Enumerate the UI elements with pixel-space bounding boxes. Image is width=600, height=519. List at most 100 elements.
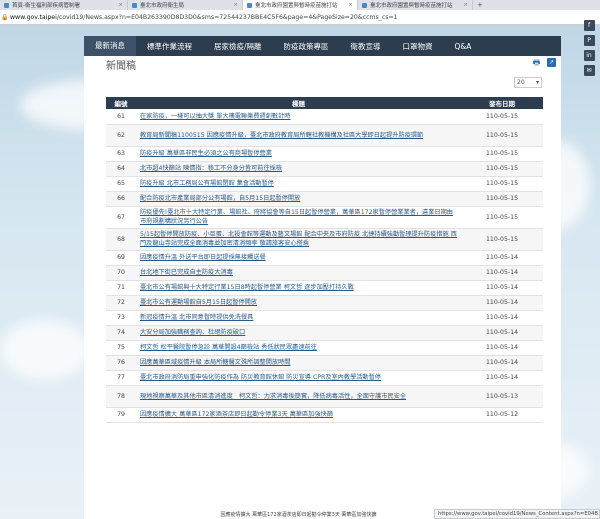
row-number: 75: [106, 340, 136, 356]
publish-date: 110-05-15: [461, 176, 543, 192]
news-ticker[interactable]: 因應疫情擴大 萬華區172家酒茶店即日起勸令停業3天 萬華區加強快篩: [186, 511, 411, 519]
publish-date: 110-05-15: [461, 191, 543, 207]
row-number: 74: [106, 325, 136, 341]
news-title-link[interactable]: 防疫升級 萬華區非民生必須之公有商場暫停營業: [136, 146, 461, 162]
news-title-link[interactable]: 因應疫情擴大 萬華區172家酒茶店即日起勸令停業3天 萬華區加強快篩: [136, 407, 461, 423]
favicon-icon: [247, 2, 252, 8]
row-number: 72: [106, 295, 136, 311]
nav-item-policy[interactable]: 防疫政策專區: [273, 41, 340, 52]
share-icon[interactable]: ↗: [547, 58, 556, 67]
line-icon[interactable]: in: [583, 50, 595, 61]
news-title-link[interactable]: 大安分局加強職務查詢、杜絕防疫破口: [136, 325, 461, 341]
table-row: 72 臺北市公有運動場館自5月15日起暫停開放 110-05-14: [106, 295, 543, 311]
news-title-link[interactable]: 柯文哲 松平醫院暫停急診 萬華開設4篩檢站 秀低狀民眾盡速前往: [136, 340, 461, 356]
favicon-icon: [4, 2, 9, 8]
publish-date: 110-05-15: [461, 109, 543, 125]
table-row: 73 新冠疫情升溫 北市同意暫時提供免洗餐具 110-05-14: [106, 310, 543, 326]
news-title-link[interactable]: 新冠疫情升溫 北市同意暫時提供免洗餐具: [136, 310, 461, 326]
row-number: 70: [106, 265, 136, 281]
nav-item-sop[interactable]: 標準作業流程: [136, 41, 203, 52]
publish-date: 110-05-15: [461, 206, 543, 229]
row-number: 65: [106, 176, 136, 192]
publish-date: 110-05-14: [461, 340, 543, 356]
address-bar[interactable]: 🔒 www.gov.taipei/covid19/News.aspx?n=E04…: [0, 10, 600, 25]
publish-date: 110-05-15: [461, 228, 543, 251]
news-title-link[interactable]: 因應疫情升溫 外送平台即日起提採無接觸送餐: [136, 250, 461, 266]
news-title-link[interactable]: 因應萬華區域疫情升級 本局所轄醫文殊所調整開放時間: [136, 355, 461, 371]
news-title-link[interactable]: 臺北市公有場館與十大特定行業15日8時起暫停營業 柯文哲 逐步加壓打持久戰: [136, 280, 461, 296]
publish-date: 110-05-14: [461, 370, 543, 386]
news-title-link[interactable]: 防疫優先!臺北市十大特定行業、場館社、府將協會等自15日起暫停營業，萬華區172…: [136, 206, 461, 229]
mail-icon[interactable]: ✉: [583, 65, 595, 76]
table-row: 65 防疫升級 北市工務局公有場館閉館 集會活動暫停 110-05-15: [106, 176, 543, 192]
browser-tab[interactable]: 臺北市政府衛生局 ×: [128, 0, 243, 10]
publish-date: 110-05-13: [461, 385, 543, 408]
news-title-link[interactable]: 現地視察萬華及其他市區清消進度 柯文哲：力求消毒後簡實，降低病毒活性，全面守護市…: [136, 385, 461, 408]
lock-icon[interactable]: 🔒: [0, 14, 10, 21]
table-row: 63 防疫升級 萬華區非民生必須之公有商場暫停營業 110-05-15: [106, 146, 543, 162]
news-title-link[interactable]: 配合防疫北市產業局部分公有場館，自5月15日起暫停開放: [136, 191, 461, 207]
publish-date: 110-05-14: [461, 325, 543, 341]
tab-label: 臺北市政府園置與暫時疫苗施打站: [370, 3, 453, 9]
news-title-link[interactable]: 臺北市政府消防局重申強化防疫作為 防災教育館休館 防災宣導 CPR及室內教學活動…: [136, 370, 461, 386]
status-bar-url: https://www.gov.taipei/covid19/News_Cont…: [434, 509, 600, 519]
nav-item-news[interactable]: 最新消息: [84, 36, 136, 56]
facebook-icon[interactable]: f: [583, 20, 595, 31]
news-title-link[interactable]: 5/15起暫停開放防疫、小巨蛋、北投會館等運動及藝文場館 配合中央及市府防疫 北…: [136, 228, 461, 251]
table-row: 67 防疫優先!臺北市十大特定行業、場館社、府將協會等自15日起暫停營業，萬華區1…: [106, 206, 543, 229]
close-icon[interactable]: ×: [115, 2, 123, 8]
table-row: 64 北市超4快篩站 陳情指：移工不分身分皆可前往採檢 110-05-15: [106, 161, 543, 177]
table-row: 61 在家防疫，一樣可以抽大獎 單大樓電聯樂費週創數計時 110-05-15: [106, 109, 543, 125]
row-number: 64: [106, 161, 136, 177]
news-title-link[interactable]: 在家防疫，一樣可以抽大獎 單大樓電聯樂費週創數計時: [136, 109, 461, 125]
table-row: 70 台北地下街已完成自主防疫大消毒 110-05-14: [106, 265, 543, 281]
row-number: 78: [106, 385, 136, 408]
table-row: 69 因應疫情升溫 外送平台即日起提採無接觸送餐 110-05-14: [106, 250, 543, 266]
close-icon[interactable]: ×: [230, 2, 238, 8]
print-icon[interactable]: 🖶: [532, 58, 541, 67]
row-number: 77: [106, 370, 136, 386]
table-row: 77 臺北市政府消防局重申強化防疫作為 防災教育館休館 防災宣導 CPR及室內教學…: [106, 370, 543, 386]
publish-date: 110-05-14: [461, 310, 543, 326]
page-size-value: 20: [517, 79, 525, 86]
url-text[interactable]: www.gov.taipei/covid19/News.aspx?n=E04B2…: [10, 14, 398, 21]
plurk-icon[interactable]: P: [583, 35, 595, 46]
news-title-link[interactable]: 臺北市公有運動場館自5月15日起暫停開放: [136, 295, 461, 311]
nav-item-qa[interactable]: Q&A: [444, 42, 483, 51]
url-host: www.gov.taipei: [10, 13, 57, 21]
column-header-no: 編號: [106, 97, 136, 109]
page-tools: 🖶 ↗: [532, 58, 556, 67]
row-number: 62: [106, 124, 136, 147]
row-number: 69: [106, 250, 136, 266]
news-title-link[interactable]: 台北地下街已完成自主防疫大消毒: [136, 265, 461, 281]
browser-tab-active[interactable]: 臺北市政府園置與暫時疫苗施打站 ×: [243, 0, 358, 10]
table-row: 68 5/15起暫停開放防疫、小巨蛋、北投會館等運動及藝文場館 配合中央及市府防疫…: [106, 228, 543, 251]
row-number: 67: [106, 206, 136, 229]
table-row: 74 大安分局加強職務查詢、杜絕防疫破口 110-05-14: [106, 325, 543, 341]
row-number: 61: [106, 109, 136, 125]
browser-tab[interactable]: 臺北市政府園置與暫時疫苗施打站 ×: [358, 0, 473, 10]
table-row: 79 因應疫情擴大 萬華區172家酒茶店即日起勸令停業3天 萬華區加強快篩 110-…: [106, 407, 543, 423]
row-number: 66: [106, 191, 136, 207]
row-number: 76: [106, 355, 136, 371]
favicon-icon: [132, 2, 137, 8]
new-tab-button[interactable]: +: [473, 1, 487, 9]
publish-date: 110-05-15: [461, 161, 543, 177]
news-title-link[interactable]: 教育局新聞稿1100515 因應疫情升級，臺北市政府教育局所轄社教機構及社區大學…: [136, 124, 461, 147]
row-number: 68: [106, 228, 136, 251]
page-size-select[interactable]: 20 ▾: [514, 77, 542, 88]
table-header-row: 編號 標題 發布日期: [106, 97, 543, 109]
news-title-link[interactable]: 防疫升級 北市工務局公有場館閉館 集會活動暫停: [136, 176, 461, 192]
nav-item-quarantine[interactable]: 居家檢疫/隔離: [203, 41, 273, 52]
row-number: 79: [106, 407, 136, 423]
favicon-icon: [362, 2, 367, 8]
publish-date: 110-05-14: [461, 250, 543, 266]
nav-item-masks[interactable]: 口罩物資: [392, 41, 444, 52]
close-icon[interactable]: ×: [345, 2, 353, 8]
browser-tab-bar: 首頁-衛生福利部疾病管制署 × 臺北市政府衛生局 × 臺北市政府園置與暫時疫苗施…: [0, 0, 600, 10]
publish-date: 110-05-14: [461, 280, 543, 296]
nav-item-education[interactable]: 衛教宣導: [340, 41, 392, 52]
close-icon[interactable]: ×: [460, 2, 468, 8]
browser-tab[interactable]: 首頁-衛生福利部疾病管制署 ×: [0, 0, 128, 10]
news-title-link[interactable]: 北市超4快篩站 陳情指：移工不分身分皆可前往採檢: [136, 161, 461, 177]
